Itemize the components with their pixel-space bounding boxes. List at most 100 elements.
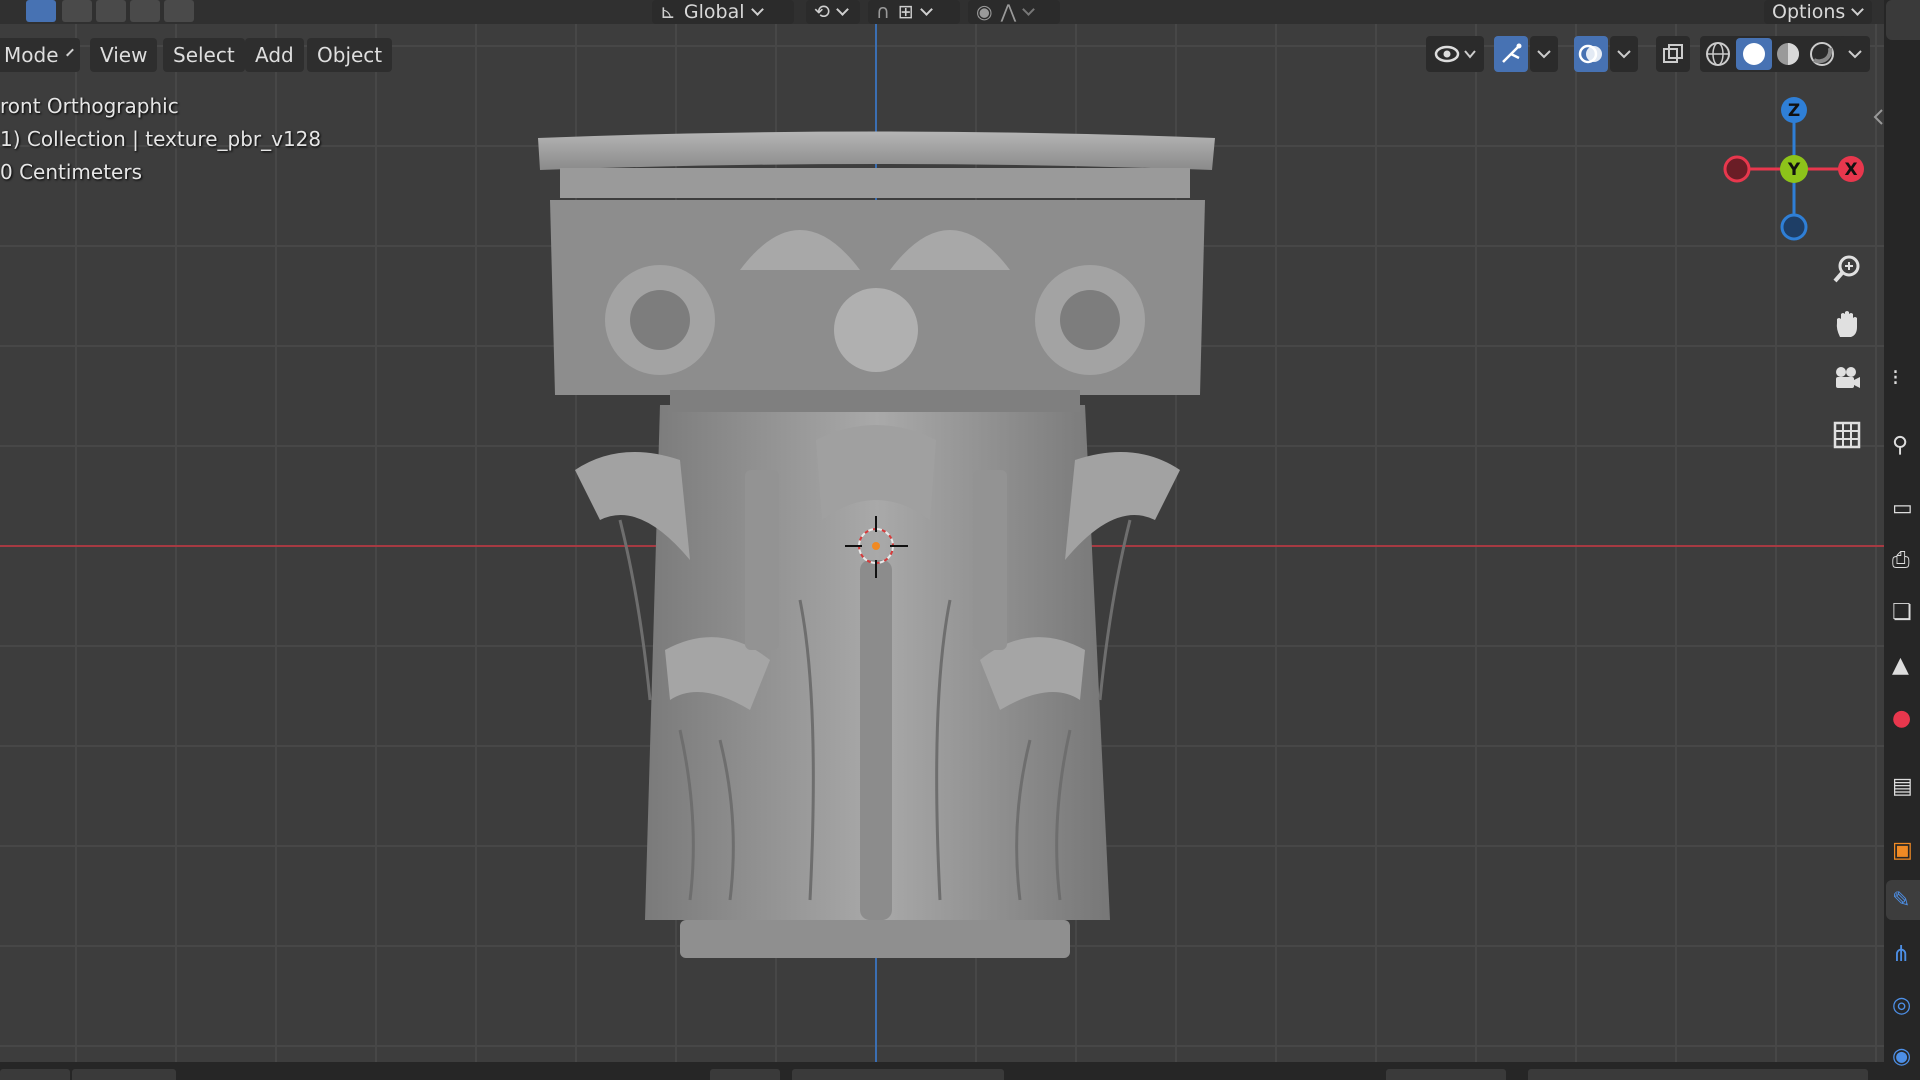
gizmo-y-label: Y bbox=[1787, 160, 1801, 180]
pivot-point-dropdown[interactable]: ⟲ bbox=[806, 0, 860, 24]
add-menu-label: Add bbox=[255, 43, 294, 67]
view-layer-icon: ❏ bbox=[1892, 599, 1912, 625]
tab-view-layer[interactable]: ❏ bbox=[1886, 592, 1920, 632]
viewport-grid bbox=[0, 24, 1884, 1062]
status-bar bbox=[0, 1062, 1884, 1080]
xray-icon bbox=[1663, 44, 1683, 63]
pivot-icon: ⟲ bbox=[814, 1, 830, 23]
tab-active-tool[interactable]: ⚲ bbox=[1886, 425, 1920, 465]
world-icon: ● bbox=[1892, 705, 1912, 731]
tab-render[interactable]: ▭ bbox=[1886, 488, 1920, 528]
printer-icon: ⎙ bbox=[1892, 547, 1910, 573]
overlays-options-dropdown[interactable] bbox=[1610, 36, 1638, 72]
view-menu-label: View bbox=[100, 43, 148, 67]
status-chip-1 bbox=[0, 1069, 70, 1080]
status-chip-2 bbox=[72, 1069, 176, 1080]
select-box-icon[interactable] bbox=[26, 0, 56, 22]
rendered-shading-icon bbox=[1810, 42, 1834, 66]
select-intersect-icon[interactable] bbox=[164, 0, 194, 22]
overlays-icon bbox=[1578, 44, 1602, 64]
3d-viewport[interactable]: ⊾ Global ⟲ ∩ ⊞ ◉ ⋀ Options Mode View Sel… bbox=[0, 0, 1884, 1062]
gizmo-options-dropdown[interactable] bbox=[1530, 36, 1558, 72]
render-icon: ▭ bbox=[1892, 495, 1913, 521]
hand-icon bbox=[1836, 311, 1857, 337]
proportional-edit-icon: ◉ bbox=[976, 1, 993, 23]
chevron-down-icon bbox=[65, 48, 74, 56]
proportional-editing-dropdown[interactable]: ◉ ⋀ bbox=[968, 0, 1060, 24]
scene-icon: ▲ bbox=[1892, 652, 1909, 678]
view-menu[interactable]: View bbox=[90, 38, 158, 72]
object-menu[interactable]: Object bbox=[307, 38, 393, 72]
camera-view-button[interactable] bbox=[1826, 358, 1868, 400]
gizmo-x-negative bbox=[1723, 155, 1751, 183]
select-menu-label: Select bbox=[173, 43, 235, 67]
tab-modifiers[interactable]: ✎ bbox=[1886, 880, 1920, 920]
options-dropdown[interactable]: Options bbox=[1764, 0, 1872, 24]
tab-tool[interactable]: ⁝ bbox=[1886, 358, 1920, 398]
tab-output[interactable]: ⎙ bbox=[1886, 540, 1920, 580]
chevron-down-icon bbox=[750, 2, 764, 16]
snap-increment-icon: ⊞ bbox=[897, 1, 914, 23]
status-chip-4 bbox=[792, 1069, 1004, 1080]
constraints-icon: ◉ bbox=[1892, 1043, 1912, 1069]
tab-top-partial[interactable] bbox=[1886, 0, 1920, 40]
ortho-toggle-button[interactable] bbox=[1826, 414, 1868, 456]
shading-mode-group bbox=[1700, 36, 1848, 72]
gizmo-z-negative bbox=[1780, 213, 1808, 241]
shading-options-dropdown[interactable] bbox=[1840, 36, 1870, 72]
chevron-down-icon bbox=[1848, 50, 1862, 59]
wireframe-shading-icon bbox=[1706, 42, 1730, 66]
camera-icon bbox=[1836, 367, 1860, 388]
gizmo-z-label: Z bbox=[1788, 101, 1800, 121]
status-chip-3 bbox=[710, 1069, 780, 1080]
tool-icon: ⁝ bbox=[1892, 365, 1899, 391]
select-invert-icon[interactable] bbox=[130, 0, 160, 22]
chevron-down-icon bbox=[1617, 50, 1631, 59]
sidebar-toggle-icon[interactable] bbox=[1872, 108, 1884, 126]
pan-button[interactable] bbox=[1826, 303, 1868, 345]
eye-icon bbox=[1434, 45, 1476, 63]
chevron-down-icon bbox=[836, 2, 849, 16]
status-chip-5 bbox=[1386, 1069, 1506, 1080]
tab-constraints[interactable]: ◉ bbox=[1886, 1036, 1920, 1076]
gizmo-x-label: X bbox=[1844, 160, 1857, 180]
chevron-down-icon bbox=[1851, 2, 1865, 16]
tab-scene[interactable]: ▲ bbox=[1886, 645, 1920, 685]
tab-object[interactable]: ▣ bbox=[1886, 830, 1920, 870]
particles-icon: ⋔ bbox=[1892, 941, 1911, 967]
tab-world[interactable]: ● bbox=[1886, 698, 1920, 738]
chevron-down-icon bbox=[1537, 50, 1551, 59]
tab-physics[interactable]: ◎ bbox=[1886, 985, 1920, 1025]
select-menu[interactable]: Select bbox=[163, 38, 245, 72]
select-subtract-icon[interactable] bbox=[96, 0, 126, 22]
transform-orientation-dropdown[interactable]: ⊾ Global bbox=[652, 0, 794, 24]
add-menu[interactable]: Add bbox=[245, 38, 304, 72]
physics-icon: ◎ bbox=[1892, 992, 1912, 1018]
grid-icon bbox=[1833, 421, 1861, 449]
collection-icon: ▤ bbox=[1892, 773, 1913, 799]
wrench-icon: ✎ bbox=[1892, 887, 1911, 913]
gizmo-toggle[interactable] bbox=[1494, 36, 1528, 72]
navigation-gizmo[interactable]: Z X Y bbox=[1712, 92, 1872, 252]
mode-dropdown[interactable]: Mode bbox=[0, 38, 80, 72]
transform-orientation-label: Global bbox=[683, 1, 745, 23]
mode-label: Mode bbox=[4, 43, 59, 67]
tool-header: ⊾ Global ⟲ ∩ ⊞ ◉ ⋀ Options bbox=[0, 0, 1884, 24]
scale-info-text: 0 Centimeters bbox=[0, 160, 143, 184]
zoom-button[interactable] bbox=[1826, 248, 1868, 290]
options-label: Options bbox=[1772, 1, 1846, 23]
visibility-dropdown[interactable] bbox=[1426, 36, 1484, 72]
tab-collection[interactable]: ▤ bbox=[1886, 766, 1920, 806]
object-menu-label: Object bbox=[317, 43, 383, 67]
orientation-icon: ⊾ bbox=[660, 1, 676, 23]
overlays-toggle[interactable] bbox=[1574, 36, 1608, 72]
select-extend-icon[interactable] bbox=[62, 0, 92, 22]
tab-particles[interactable]: ⋔ bbox=[1886, 934, 1920, 974]
snapping-dropdown[interactable]: ∩ ⊞ bbox=[868, 0, 960, 24]
view-name-text: ront Orthographic bbox=[0, 94, 179, 118]
gizmo-icon bbox=[1502, 43, 1522, 63]
magnet-icon: ∩ bbox=[876, 1, 890, 23]
blender-window: ⊾ Global ⟲ ∩ ⊞ ◉ ⋀ Options Mode View Sel… bbox=[0, 0, 1920, 1080]
chevron-down-icon bbox=[919, 2, 933, 16]
xray-toggle[interactable] bbox=[1656, 36, 1690, 72]
